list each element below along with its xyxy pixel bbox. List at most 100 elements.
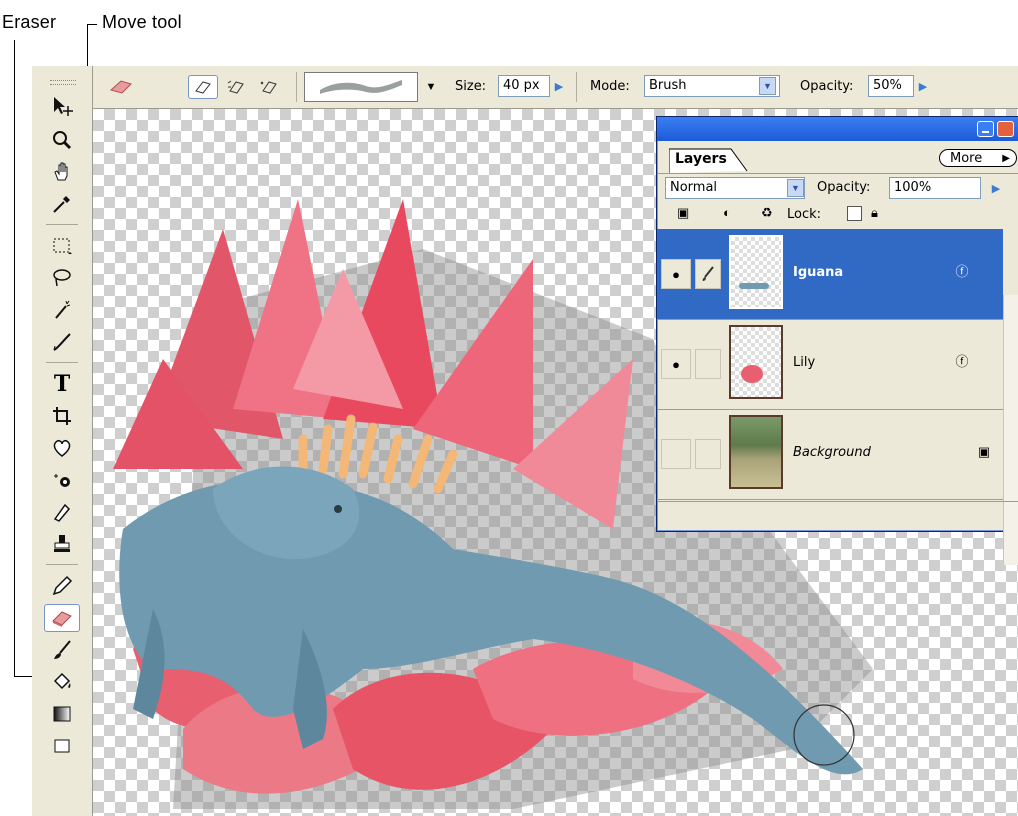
tab-layers-label: Layers [675, 151, 727, 167]
layer-opacity-label: Opacity: [817, 180, 871, 195]
layer-thumbnail [729, 235, 783, 309]
move-tool-button[interactable] [44, 92, 80, 120]
blend-mode-dropdown-icon[interactable]: ▼ [787, 179, 804, 197]
healing-icon [53, 440, 71, 457]
background-eraser-icon[interactable] [222, 75, 252, 99]
rectangle-icon [54, 739, 70, 753]
size-slider-arrow-icon[interactable]: ▶ [550, 76, 568, 96]
mode-dropdown-arrow-icon[interactable]: ▼ [759, 77, 776, 95]
more-label: More [950, 151, 983, 166]
stamp-icon [54, 535, 70, 552]
clone-stamp-tool-button[interactable] [44, 530, 80, 558]
toolbox-grip[interactable] [50, 80, 76, 85]
layer-row-background[interactable]: Background ▣ [657, 409, 1003, 500]
trash-icon[interactable]: ♻ [761, 205, 773, 221]
lock-all-icon[interactable]: 🔒︎ [871, 205, 878, 221]
move-callout-line-h [87, 24, 97, 25]
eyedropper-tool-button[interactable] [44, 190, 80, 218]
magic-wand-icon [55, 300, 71, 319]
layer-thumbnail [729, 325, 783, 399]
hand-tool-button[interactable] [44, 158, 80, 186]
blend-mode-select[interactable]: Normal [665, 177, 805, 199]
eraser-callout-line-v [14, 40, 15, 676]
photoshop-window: ▼ Size: 40 px ▶ Mode: Brush ▼ Opacity: 5… [32, 66, 1018, 816]
red-eye-tool-button[interactable] [44, 466, 80, 494]
layers-palette: Layers More ▶ Normal ▼ Opacity: 100% ▶ ▣ … [656, 116, 1018, 565]
opacity-slider-arrow-icon[interactable]: ▶ [914, 76, 932, 96]
cookie-cutter-tool-button[interactable] [44, 434, 80, 462]
size-label: Size: [455, 79, 487, 94]
close-icon[interactable] [997, 121, 1014, 137]
opacity-input[interactable]: 50% [868, 75, 914, 97]
more-button[interactable]: More ▶ [939, 149, 1017, 167]
link-box[interactable] [695, 349, 721, 379]
crop-icon [53, 407, 71, 425]
brush-picker-dropdown-icon[interactable]: ▼ [422, 75, 440, 99]
marquee-icon [53, 238, 72, 254]
layer-lock-icon: ▣ [977, 444, 991, 459]
toolbox: T [32, 66, 93, 816]
separator [576, 72, 577, 102]
tool-preset-eraser-icon[interactable] [106, 75, 136, 99]
layer-opacity-input[interactable]: 100% [889, 177, 981, 199]
adjustment-layer-icon[interactable]: ◐ [723, 205, 731, 220]
move-icon [54, 97, 73, 116]
new-layer-icon[interactable]: ▣ [677, 205, 689, 221]
more-arrow-icon: ▶ [1002, 153, 1010, 164]
healing-brush-tool-button[interactable] [44, 498, 80, 526]
pencil-tool-button[interactable] [44, 572, 80, 600]
lasso-icon [53, 269, 71, 287]
layer-name: Lily [793, 355, 816, 370]
brush-preview[interactable] [304, 72, 418, 102]
layer-effects-icon[interactable]: ⓕ [953, 263, 971, 281]
eyedropper-icon [53, 196, 70, 213]
hand-icon [54, 162, 68, 181]
move-tool-callout: Move tool [102, 12, 182, 32]
layer-opacity-arrow-icon[interactable]: ▶ [987, 178, 1005, 198]
brush-tool-button[interactable] [44, 636, 80, 664]
layer-row-lily[interactable]: ● Lily ⓕ [657, 319, 1003, 410]
minimize-icon[interactable] [977, 121, 994, 137]
mode-label: Mode: [590, 79, 630, 94]
paint-bucket-icon [53, 672, 71, 690]
layer-thumbnail [729, 415, 783, 489]
red-eye-icon [54, 474, 70, 487]
layer-name: Iguana [793, 265, 844, 280]
visibility-box[interactable] [661, 439, 691, 469]
magic-wand-tool-button[interactable] [44, 296, 80, 324]
link-box[interactable] [695, 439, 721, 469]
size-input[interactable]: 40 px [498, 75, 550, 97]
brush-icon [54, 640, 71, 659]
crop-tool-button[interactable] [44, 402, 80, 430]
gradient-icon [53, 706, 71, 722]
type-tool-button[interactable]: T [44, 370, 80, 398]
paint-bucket-tool-button[interactable] [44, 668, 80, 696]
lock-transparency-icon[interactable] [847, 206, 862, 221]
eraser-mode-icon[interactable] [188, 75, 218, 99]
separator [296, 72, 297, 102]
layer-row-iguana[interactable]: ● Iguana ⓕ [657, 229, 1003, 320]
zoom-icon [53, 131, 72, 150]
visibility-eye-icon[interactable]: ● [661, 259, 691, 289]
brush-select-icon [53, 333, 71, 351]
clone-stamp-icon [53, 503, 71, 522]
options-bar: ▼ Size: 40 px ▶ Mode: Brush ▼ Opacity: 5… [92, 66, 1018, 109]
visibility-eye-icon[interactable]: ● [661, 349, 691, 379]
shape-tool-button[interactable] [44, 732, 80, 760]
lock-label: Lock: [787, 207, 822, 222]
selection-brush-tool-button[interactable] [44, 328, 80, 356]
eraser-tool-button[interactable] [44, 604, 80, 632]
pencil-icon [52, 575, 73, 596]
opacity-label: Opacity: [800, 79, 854, 94]
brush-link-icon[interactable] [695, 259, 721, 289]
marquee-tool-button[interactable] [44, 232, 80, 260]
palette-title-bar[interactable] [657, 117, 1018, 141]
layer-effects-icon[interactable]: ⓕ [953, 353, 971, 371]
magic-eraser-icon[interactable] [254, 75, 284, 99]
zoom-tool-button[interactable] [44, 126, 80, 154]
lasso-tool-button[interactable] [44, 264, 80, 292]
type-icon: T [53, 371, 71, 397]
gradient-tool-button[interactable] [44, 700, 80, 728]
eraser-icon [52, 611, 72, 627]
layer-name: Background [793, 445, 871, 460]
